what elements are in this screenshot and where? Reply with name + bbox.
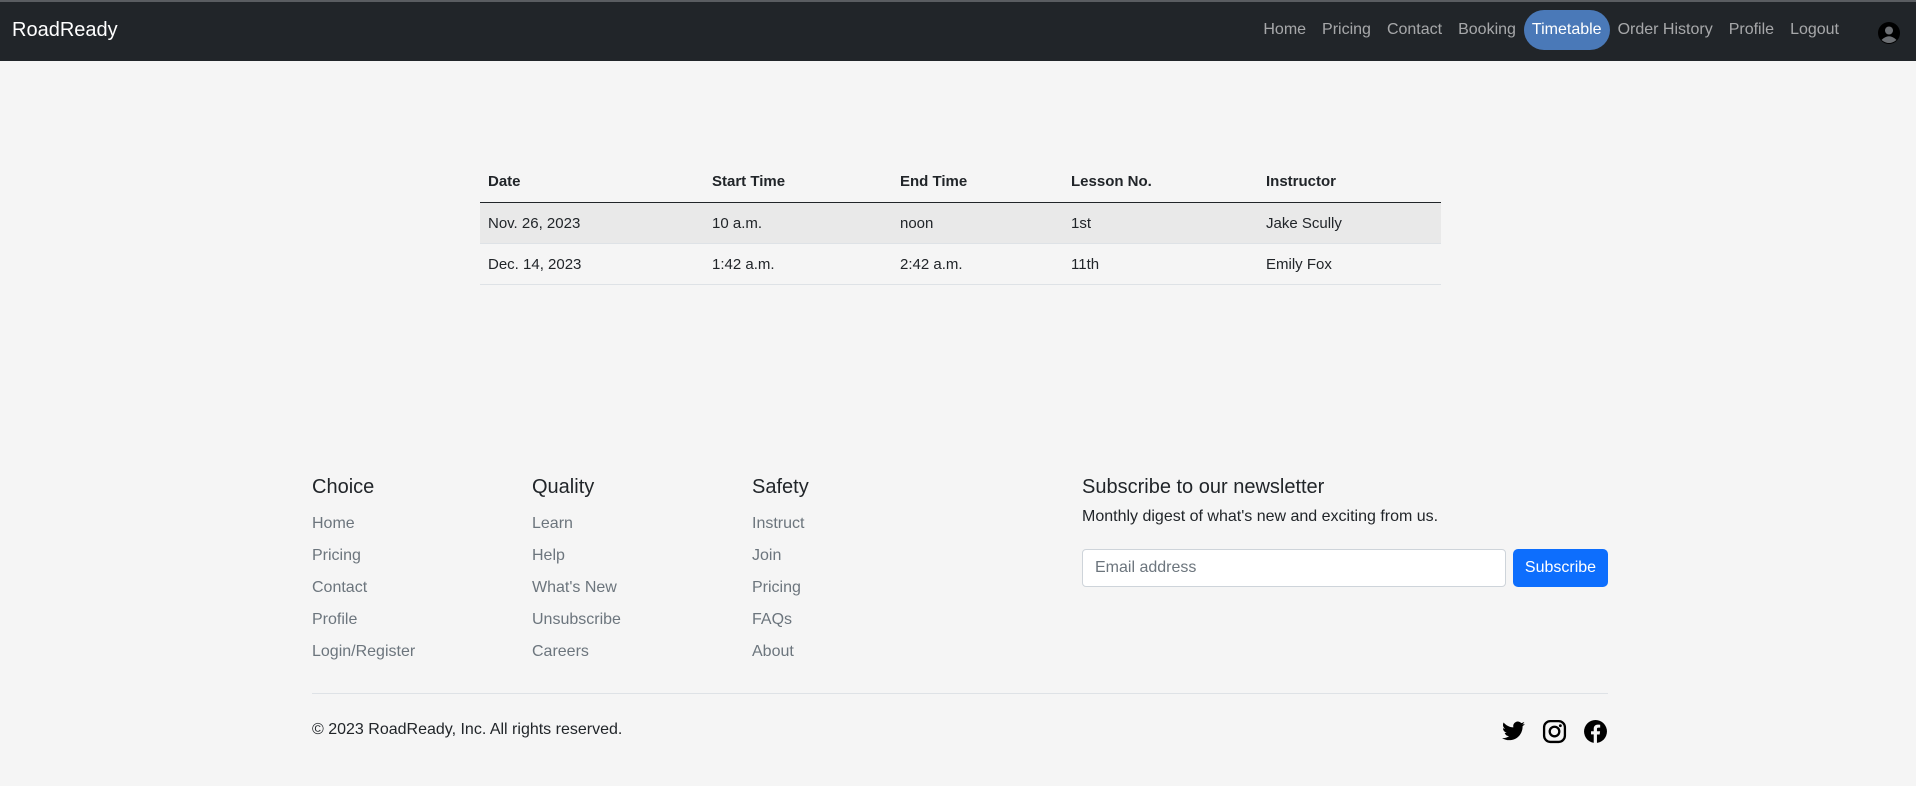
nav-timetable[interactable]: Timetable [1523,10,1610,50]
footer-divider [312,693,1608,694]
nav-logout[interactable]: Logout [1782,10,1847,50]
footer-link-about[interactable]: About [752,636,809,668]
header-instructor: Instructor [1258,161,1441,203]
cell-start-time: 10 a.m. [704,202,892,244]
brand-logo[interactable]: RoadReady [12,19,118,42]
footer-link-pricing[interactable]: Pricing [752,572,809,604]
footer-column-title: Quality [532,476,595,498]
social-links [1501,719,1608,744]
header-end-time: End Time [892,161,1063,203]
cell-date: Nov. 26, 2023 [480,202,704,244]
footer-link-unsubscribe[interactable]: Unsubscribe [532,604,621,636]
footer-column-title: Choice [312,476,375,498]
cell-end-time: 2:42 a.m. [892,243,1063,285]
newsletter: Subscribe to our newsletter Monthly dige… [1082,476,1608,587]
cell-date: Dec. 14, 2023 [480,243,704,285]
subscribe-button[interactable]: Subscribe [1513,549,1608,587]
footer-link-login-register[interactable]: Login/Register [312,636,415,668]
cell-instructor: Jake Scully [1258,202,1441,244]
footer-link-whats-new[interactable]: What's New [532,572,621,604]
nav-pricing[interactable]: Pricing [1314,10,1379,50]
instagram-icon[interactable] [1542,719,1567,744]
nav-contact[interactable]: Contact [1379,10,1450,50]
footer-link-profile[interactable]: Profile [312,604,415,636]
nav-home[interactable]: Home [1255,10,1314,50]
footer-column-choice: Choice Home Pricing Contact Profile Logi… [312,476,415,668]
timetable: Date Start Time End Time Lesson No. Inst… [480,161,1441,285]
navbar: RoadReady Home Pricing Contact Booking T… [0,2,1916,61]
newsletter-form: Email address Subscribe [1082,549,1608,587]
newsletter-subtitle: Monthly digest of what's new and excitin… [1082,508,1439,525]
table-row: Dec. 14, 2023 1:42 a.m. 2:42 a.m. 11th E… [480,243,1441,285]
copyright: © 2023 RoadReady, Inc. All rights reserv… [312,721,623,738]
cell-start-time: 1:42 a.m. [704,243,892,285]
nav-profile[interactable]: Profile [1721,10,1782,50]
email-input[interactable]: Email address [1082,549,1506,587]
timetable-table: Date Start Time End Time Lesson No. Inst… [480,161,1441,285]
facebook-icon[interactable] [1583,719,1608,744]
footer-link-careers[interactable]: Careers [532,636,621,668]
table-row: Nov. 26, 2023 10 a.m. noon 1st Jake Scul… [480,202,1441,244]
cell-end-time: noon [892,202,1063,244]
nav-links: Home Pricing Contact Booking Timetable O… [1255,10,1847,50]
header-date: Date [480,161,704,203]
footer-link-contact[interactable]: Contact [312,572,415,604]
newsletter-title: Subscribe to our newsletter [1082,476,1325,498]
twitter-icon[interactable] [1501,719,1526,744]
footer-link-instruct[interactable]: Instruct [752,508,809,540]
cell-lesson-no: 1st [1063,202,1258,244]
footer-link-faqs[interactable]: FAQs [752,604,809,636]
cell-instructor: Emily Fox [1258,243,1441,285]
nav-booking[interactable]: Booking [1450,10,1524,50]
footer-link-join[interactable]: Join [752,540,809,572]
footer-link-help[interactable]: Help [532,540,621,572]
cell-lesson-no: 11th [1063,243,1258,285]
footer-column-quality: Quality Learn Help What's New Unsubscrib… [532,476,621,668]
nav-order-history[interactable]: Order History [1610,10,1721,50]
email-placeholder: Email address [1095,559,1197,576]
footer-column-safety: Safety Instruct Join Pricing FAQs About [752,476,809,668]
footer-link-home[interactable]: Home [312,508,415,540]
table-header-row: Date Start Time End Time Lesson No. Inst… [480,161,1441,203]
footer-link-pricing[interactable]: Pricing [312,540,415,572]
footer-column-title: Safety [752,476,809,498]
header-start-time: Start Time [704,161,892,203]
header-lesson-no: Lesson No. [1063,161,1258,203]
footer-link-learn[interactable]: Learn [532,508,621,540]
avatar-icon[interactable] [1878,22,1900,44]
